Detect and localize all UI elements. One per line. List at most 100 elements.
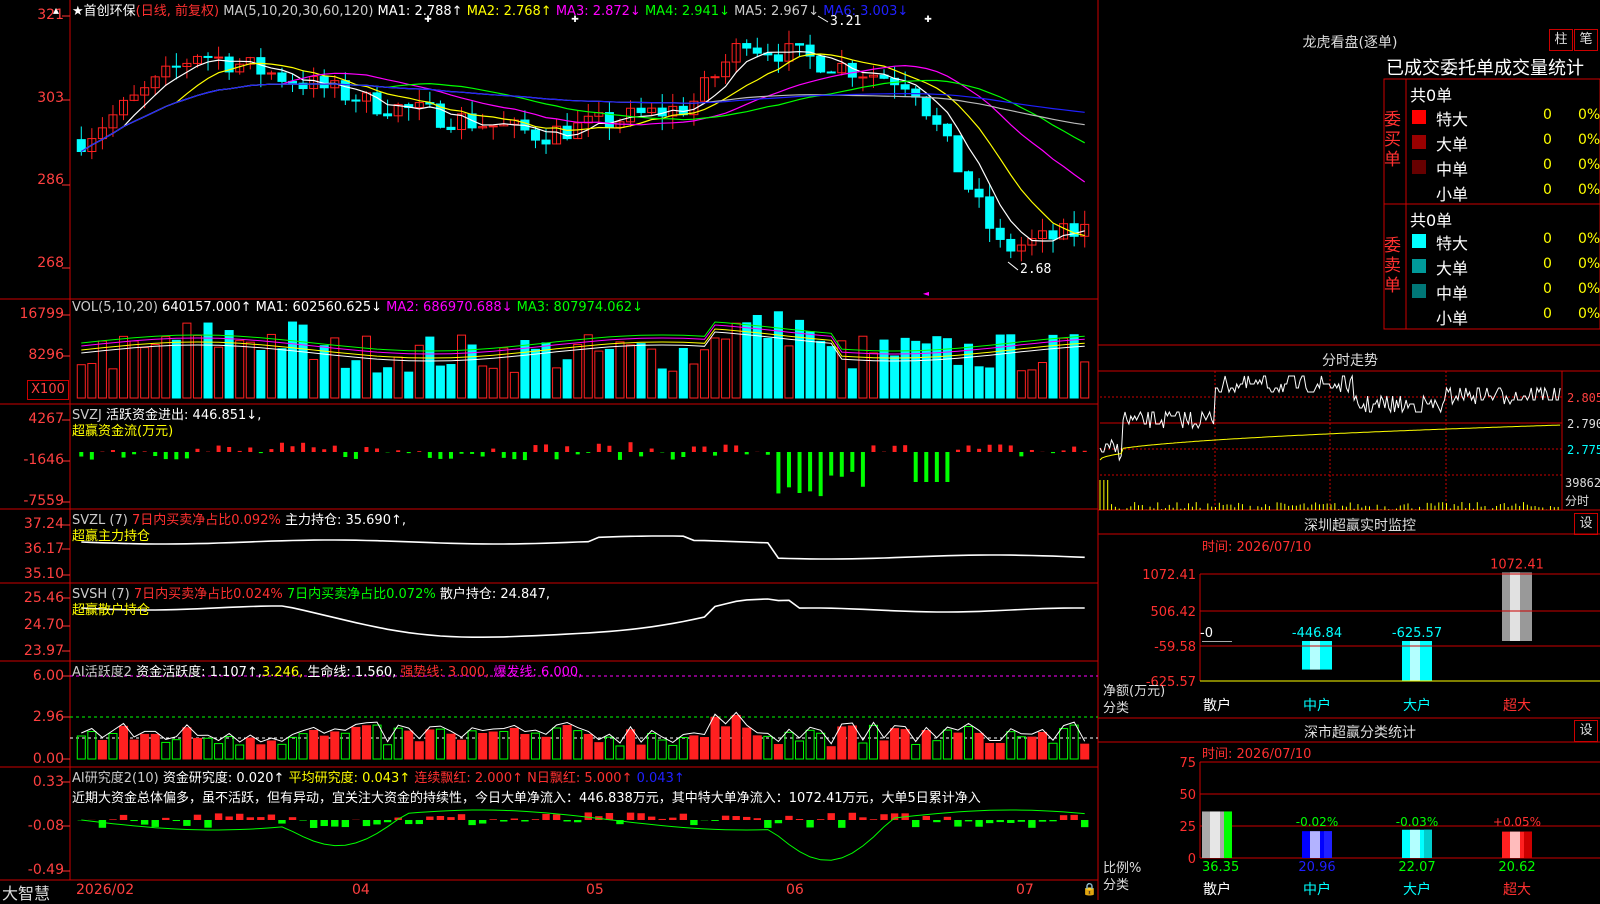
svzj-bar [164,452,168,459]
ai-research-bar [870,819,877,820]
ai-research-bar [384,820,391,822]
volume-bar [817,341,825,398]
ai-research-bar [162,818,169,820]
volume-bar [236,341,244,398]
svzj-bar [111,450,115,452]
volume-bar [901,338,909,398]
lock-icon[interactable]: 🔒 [1082,882,1097,896]
volume-bar [722,339,730,398]
low-pointer [1008,262,1018,270]
ai-research-bar [363,820,370,826]
ai-active-bar [954,733,962,759]
stats-settings-button[interactable]: 设 [1574,720,1598,742]
svzj-bar [650,449,654,452]
volume-bar [299,325,307,398]
stats-title: 深市超赢分类统计 [1270,722,1450,742]
svzj-bar [692,447,696,452]
stats-bar-highlight [1510,832,1520,858]
vol-ma-3: MA3: 807974.062↓ [517,300,643,315]
svzl-ytick-2: 36.17 [0,541,64,557]
ai-active-bar [690,736,698,759]
candle-body [215,57,223,58]
ai-active-bar [574,731,582,759]
svzj-bar [945,452,949,482]
volume-bar [648,349,656,398]
monitor-value-label: 1072.41 [1490,557,1544,572]
volume-bar [521,341,529,398]
buy-row-count: 0 [1543,107,1552,123]
buy-row-count: 0 [1543,132,1552,148]
chart-canvas[interactable]: ✚✚✚▴◄-0散户-446.84中户-625.57大户1072.41超大1072… [0,0,1600,900]
svzl-line [81,536,1084,559]
bar-view-button[interactable]: 柱 [1549,29,1573,51]
ai-active-bar [880,741,888,759]
tick-view-button[interactable]: 笔 [1574,29,1598,51]
intraday-avg-line [1100,425,1560,460]
stats-category: 散户 [1203,881,1231,898]
svzj-bar [143,451,147,452]
ai-research-bar [711,820,718,821]
svzj-bar [724,445,728,452]
ai-active-bar [130,740,138,759]
buy-row-name: 中单 [1436,156,1468,180]
volume-bar [352,361,360,398]
ai-active-bar [299,734,307,759]
marker-icon: ◄ [923,289,930,298]
ai-research-bar [944,817,951,820]
ai-active-l3: 生命线: 1.560, [307,665,396,680]
volume-bar [183,323,191,398]
svzj-bar [914,452,918,482]
volume-bar [531,349,539,398]
svzj-bar [544,444,548,452]
volume-bar [880,340,888,398]
svzj-bar [1051,452,1055,453]
candle-body [172,66,180,67]
ai-active-bar [891,729,899,759]
period-label[interactable]: (日线, 前复权) [136,4,219,19]
svzl-ytick-3: 35.10 [0,566,64,582]
ai-active-bar [141,734,149,759]
ai-research-bar [247,817,254,820]
intraday-vol-unit: 分时 [1565,492,1589,509]
ai-research-bar [183,820,190,826]
ai-active-bar [1007,732,1015,759]
volume-bar [362,336,370,398]
ai-active-bar [426,730,434,759]
svzj-bar [618,452,622,460]
svzj-bar [597,444,601,452]
volume-bar [975,367,983,398]
ai-active-bar [257,745,265,759]
stats-category: 大户 [1403,881,1431,898]
svzj-bar [988,445,992,452]
ai-research-ytick-2: -0.08 [0,818,64,834]
sell-total: 共0单 [1410,207,1452,231]
xaxis-label-2: 04 [352,882,370,898]
volume-bar [859,336,867,398]
vol-unit-button[interactable]: X100 [27,380,69,400]
svzj-ytick-3: -7559 [0,493,64,509]
volume-bar [711,338,719,398]
volume-bar [764,338,772,398]
ai-active-bar [616,746,624,759]
ai-research-bar [437,816,444,820]
buy-row-swatch [1412,135,1426,149]
ai-active-bar [98,740,106,759]
volume-bar [774,312,782,398]
ai-research-bar [680,814,687,820]
ai-research-bar [426,817,433,820]
monitor-settings-button[interactable]: 设 [1574,513,1598,535]
ai-research-bar [585,812,592,820]
monitor-category: 大户 [1403,697,1431,714]
ai-active-bar [109,733,117,759]
svzj-bar [90,452,94,460]
ai-research-bar [1028,820,1035,828]
ai-research-bar [521,820,528,821]
ai-active-bar [637,745,645,759]
svzj-bar [502,452,506,458]
ai-active-bar [732,715,740,759]
ai-active-bar [489,732,497,759]
star-icon[interactable]: ★ [72,4,84,19]
ai-active-bar [785,732,793,759]
stock-name: 首创环保 [84,4,136,19]
ai-active-bar [584,734,592,759]
